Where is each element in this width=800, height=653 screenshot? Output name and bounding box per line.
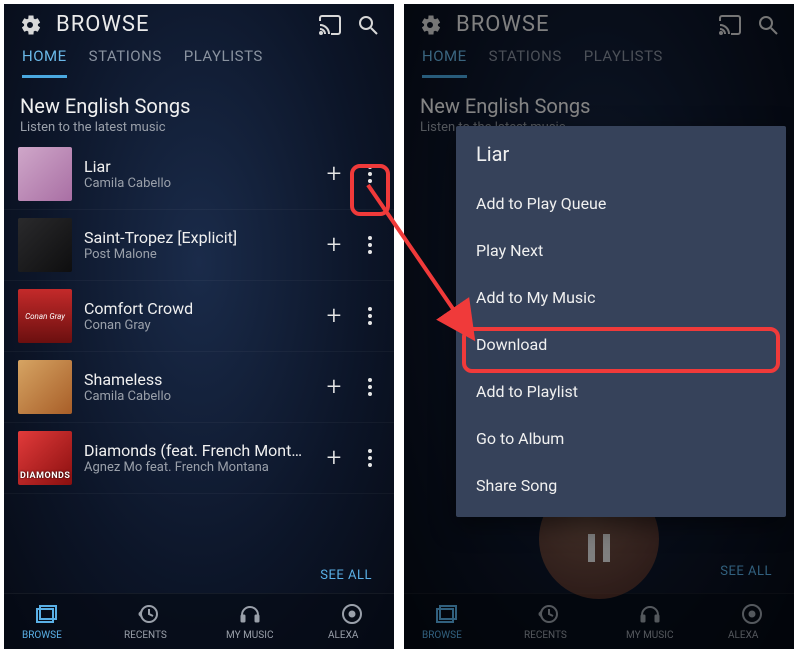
menu-item-download[interactable]: Download <box>456 321 786 368</box>
album-art <box>18 218 72 272</box>
cast-icon[interactable] <box>718 13 742 37</box>
gear-icon[interactable] <box>18 13 42 37</box>
tab-playlists[interactable]: PLAYLISTS <box>184 47 263 78</box>
search-icon[interactable] <box>356 13 380 37</box>
toolbar: BROWSE <box>404 4 794 41</box>
see-all-link[interactable]: SEE ALL <box>4 558 394 593</box>
nav-label: RECENTS <box>524 630 572 641</box>
song-list: LiarCamila Cabello+Saint-Tropez [Explici… <box>4 139 394 558</box>
album-art <box>18 147 72 201</box>
menu-item-add-to-play-queue[interactable]: Add to Play Queue <box>456 180 786 227</box>
recents-icon <box>136 602 160 626</box>
nav-recents[interactable]: RECENTS <box>118 602 178 641</box>
song-row[interactable]: LiarCamila Cabello + <box>4 139 394 210</box>
right-screen: BROWSE HOME STATIONS PLAYLISTS New Engli… <box>404 4 794 649</box>
menu-item-go-to-album[interactable]: Go to Album <box>456 415 786 462</box>
nav-alexa[interactable]: ALEXA <box>322 602 382 641</box>
song-row[interactable]: Conan GrayComfort CrowdConan Gray+ <box>4 281 394 352</box>
nav-mymusic[interactable]: MY MUSIC <box>620 602 680 641</box>
song-meta: Diamonds (feat. French Mont…Agnez Mo fea… <box>84 441 308 475</box>
menu-item-play-next[interactable]: Play Next <box>456 227 786 274</box>
gear-icon[interactable] <box>418 13 442 37</box>
browse-icon <box>34 602 58 626</box>
more-icon[interactable] <box>360 232 380 258</box>
nav-label: ALEXA <box>728 630 776 641</box>
song-title: Comfort Crowd <box>84 299 308 318</box>
alexa-icon <box>340 602 364 626</box>
see-all-link[interactable]: SEE ALL <box>698 554 794 589</box>
tab-home[interactable]: HOME <box>22 47 67 78</box>
bottom-nav: BROWSE RECENTS MY MUSIC ALEXA <box>404 593 794 649</box>
nav-browse[interactable]: BROWSE <box>416 602 476 641</box>
nav-mymusic[interactable]: MY MUSIC <box>220 602 280 641</box>
song-title: Saint-Tropez [Explicit] <box>84 228 308 247</box>
alexa-icon <box>740 602 764 626</box>
toolbar: BROWSE <box>4 4 394 41</box>
add-icon[interactable]: + <box>320 372 348 402</box>
tabs: HOME STATIONS PLAYLISTS <box>4 41 394 78</box>
more-icon[interactable] <box>360 445 380 471</box>
more-icon[interactable] <box>360 161 380 187</box>
left-screen: BROWSE HOME STATIONS PLAYLISTS New Engli… <box>4 4 394 649</box>
album-art: Conan Gray <box>18 289 72 343</box>
section-subtitle: Listen to the latest music <box>20 120 378 135</box>
song-artist: Agnez Mo feat. French Montana <box>84 460 308 475</box>
menu-item-add-to-my-music[interactable]: Add to My Music <box>456 274 786 321</box>
section-title: New English Songs <box>420 94 778 118</box>
mymusic-icon <box>238 602 262 626</box>
more-icon[interactable] <box>360 303 380 329</box>
tab-playlists[interactable]: PLAYLISTS <box>584 47 663 78</box>
album-art: DIAMONDS <box>18 431 72 485</box>
song-artist: Camila Cabello <box>84 176 308 191</box>
context-menu-title: Liar <box>456 138 786 180</box>
song-row[interactable]: DIAMONDS Diamonds (feat. French Mont…Agne… <box>4 423 394 494</box>
song-artist: Conan Gray <box>84 318 308 333</box>
add-icon[interactable]: + <box>320 159 348 189</box>
nav-label: BROWSE <box>22 630 70 641</box>
page-title: BROWSE <box>56 12 149 37</box>
nav-label: RECENTS <box>124 630 172 641</box>
album-art <box>18 360 72 414</box>
song-meta: ShamelessCamila Cabello <box>84 370 308 404</box>
more-icon[interactable] <box>360 374 380 400</box>
song-meta: Comfort CrowdConan Gray <box>84 299 308 333</box>
song-meta: LiarCamila Cabello <box>84 157 308 191</box>
bottom-nav: BROWSE RECENTS MY MUSIC ALEXA <box>4 593 394 649</box>
song-title: Shameless <box>84 370 308 389</box>
nav-recents[interactable]: RECENTS <box>518 602 578 641</box>
nav-label: MY MUSIC <box>226 630 274 641</box>
recents-icon <box>536 602 560 626</box>
song-title: Liar <box>84 157 308 176</box>
nav-alexa[interactable]: ALEXA <box>722 602 782 641</box>
cast-icon[interactable] <box>318 13 342 37</box>
menu-item-share-song[interactable]: Share Song <box>456 462 786 509</box>
nav-browse[interactable]: BROWSE <box>16 602 76 641</box>
context-menu: Liar Add to Play QueuePlay NextAdd to My… <box>456 126 786 517</box>
nav-label: ALEXA <box>328 630 376 641</box>
tab-stations[interactable]: STATIONS <box>89 47 162 78</box>
song-meta: Saint-Tropez [Explicit]Post Malone <box>84 228 308 262</box>
song-row[interactable]: ShamelessCamila Cabello + <box>4 352 394 423</box>
page-title: BROWSE <box>456 12 549 37</box>
add-icon[interactable]: + <box>320 230 348 260</box>
add-icon[interactable]: + <box>320 301 348 331</box>
section-header: New English Songs Listen to the latest m… <box>4 78 394 139</box>
song-artist: Camila Cabello <box>84 389 308 404</box>
tabs: HOME STATIONS PLAYLISTS <box>404 41 794 78</box>
nav-label: MY MUSIC <box>626 630 674 641</box>
search-icon[interactable] <box>756 13 780 37</box>
song-title: Diamonds (feat. French Mont… <box>84 441 308 460</box>
tab-stations[interactable]: STATIONS <box>489 47 562 78</box>
song-artist: Post Malone <box>84 247 308 262</box>
nav-label: BROWSE <box>422 630 470 641</box>
tab-home[interactable]: HOME <box>422 47 467 78</box>
browse-icon <box>434 602 458 626</box>
pause-button[interactable] <box>576 525 622 571</box>
mymusic-icon <box>638 602 662 626</box>
section-title: New English Songs <box>20 94 378 118</box>
song-row[interactable]: Saint-Tropez [Explicit]Post Malone + <box>4 210 394 281</box>
menu-item-add-to-playlist[interactable]: Add to Playlist <box>456 368 786 415</box>
add-icon[interactable]: + <box>320 443 348 473</box>
